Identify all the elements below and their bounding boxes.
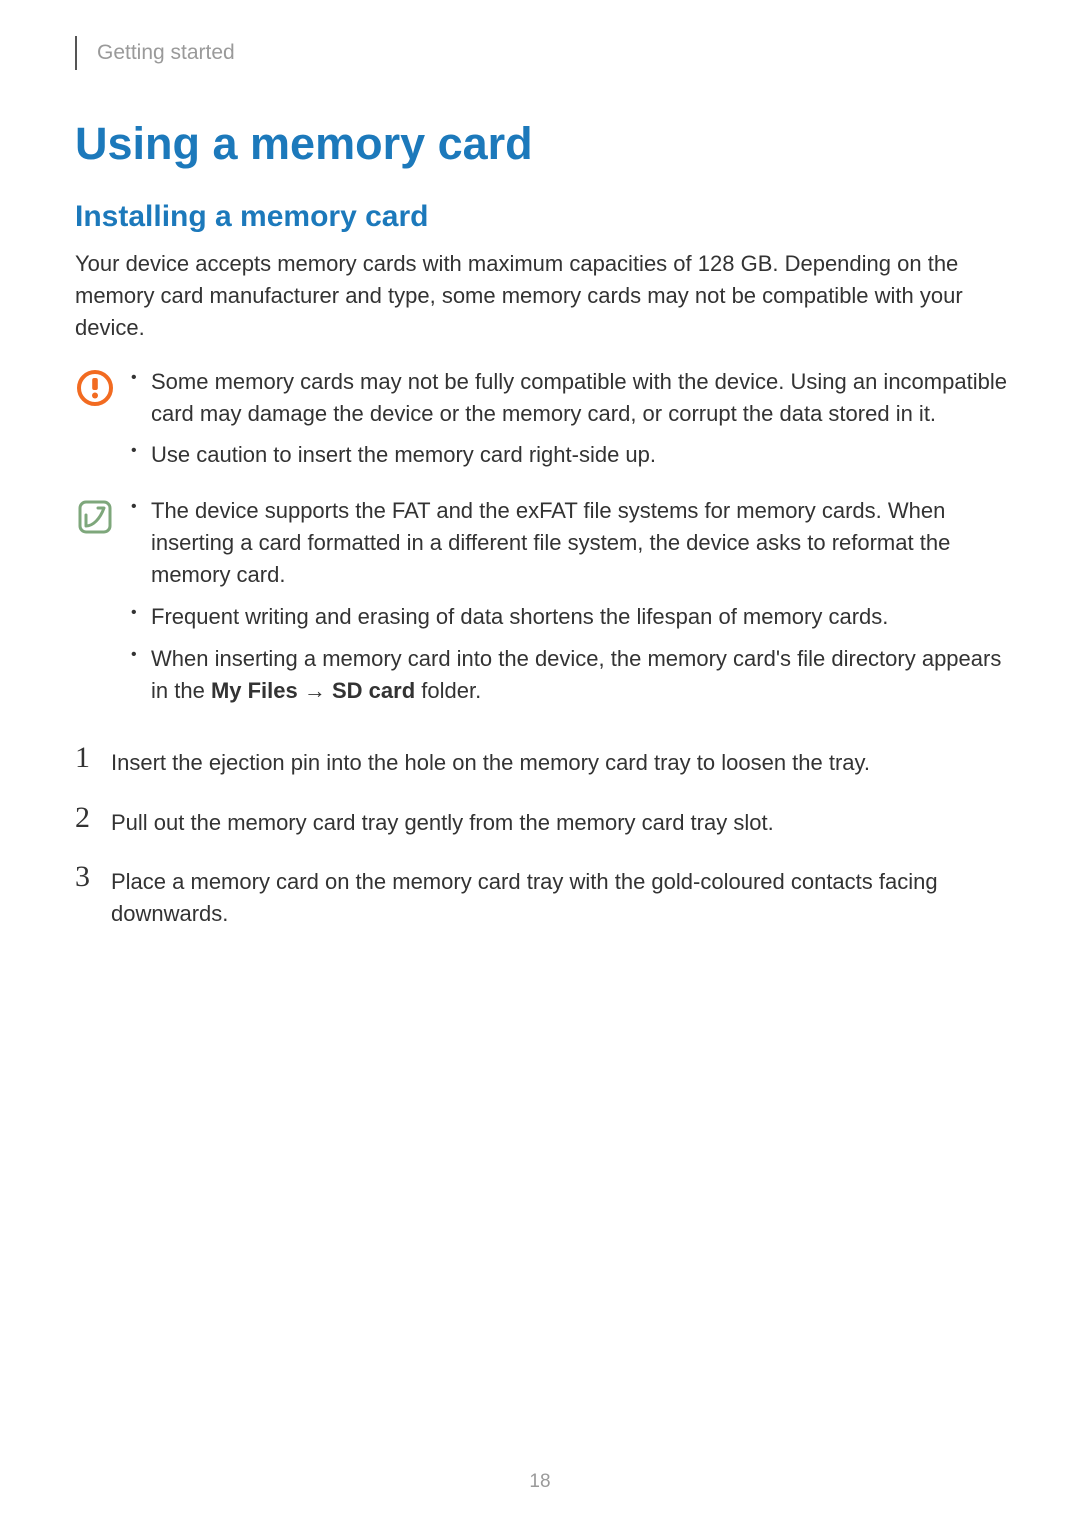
note-bullet: The device supports the FAT and the exFA…	[127, 495, 1008, 591]
warning-callout: Some memory cards may not be fully compa…	[75, 366, 1008, 482]
step-number: 1	[75, 743, 111, 773]
step-number: 3	[75, 862, 111, 892]
section-breadcrumb: Getting started	[97, 41, 235, 65]
step-item: 1 Insert the ejection pin into the hole …	[75, 743, 1008, 779]
step-text: Insert the ejection pin into the hole on…	[111, 743, 1008, 779]
text-fragment: folder.	[415, 678, 481, 703]
step-item: 2 Pull out the memory card tray gently f…	[75, 803, 1008, 839]
warning-body: Some memory cards may not be fully compa…	[127, 366, 1008, 482]
note-icon	[75, 495, 127, 537]
page-header: Getting started	[75, 36, 1008, 70]
document-page: Getting started Using a memory card Inst…	[0, 0, 1080, 1527]
warning-icon	[75, 366, 127, 408]
warning-bullet: Some memory cards may not be fully compa…	[127, 366, 1008, 430]
step-item: 3 Place a memory card on the memory card…	[75, 862, 1008, 930]
step-text: Pull out the memory card tray gently fro…	[111, 803, 1008, 839]
step-number: 2	[75, 803, 111, 833]
intro-paragraph: Your device accepts memory cards with ma…	[75, 248, 1008, 344]
menu-path-item: SD card	[332, 678, 415, 703]
steps-list: 1 Insert the ejection pin into the hole …	[75, 743, 1008, 931]
section-heading: Installing a memory card	[75, 200, 1008, 234]
note-body: The device supports the FAT and the exFA…	[127, 495, 1008, 716]
page-title: Using a memory card	[75, 118, 1008, 170]
step-text: Place a memory card on the memory card t…	[111, 862, 1008, 930]
note-bullet: When inserting a memory card into the de…	[127, 643, 1008, 707]
menu-path-item: My Files	[211, 678, 298, 703]
note-bullet: Frequent writing and erasing of data sho…	[127, 601, 1008, 633]
note-callout: The device supports the FAT and the exFA…	[75, 495, 1008, 716]
page-number: 18	[0, 1471, 1080, 1493]
warning-bullet: Use caution to insert the memory card ri…	[127, 439, 1008, 471]
text-fragment: →	[298, 678, 332, 703]
